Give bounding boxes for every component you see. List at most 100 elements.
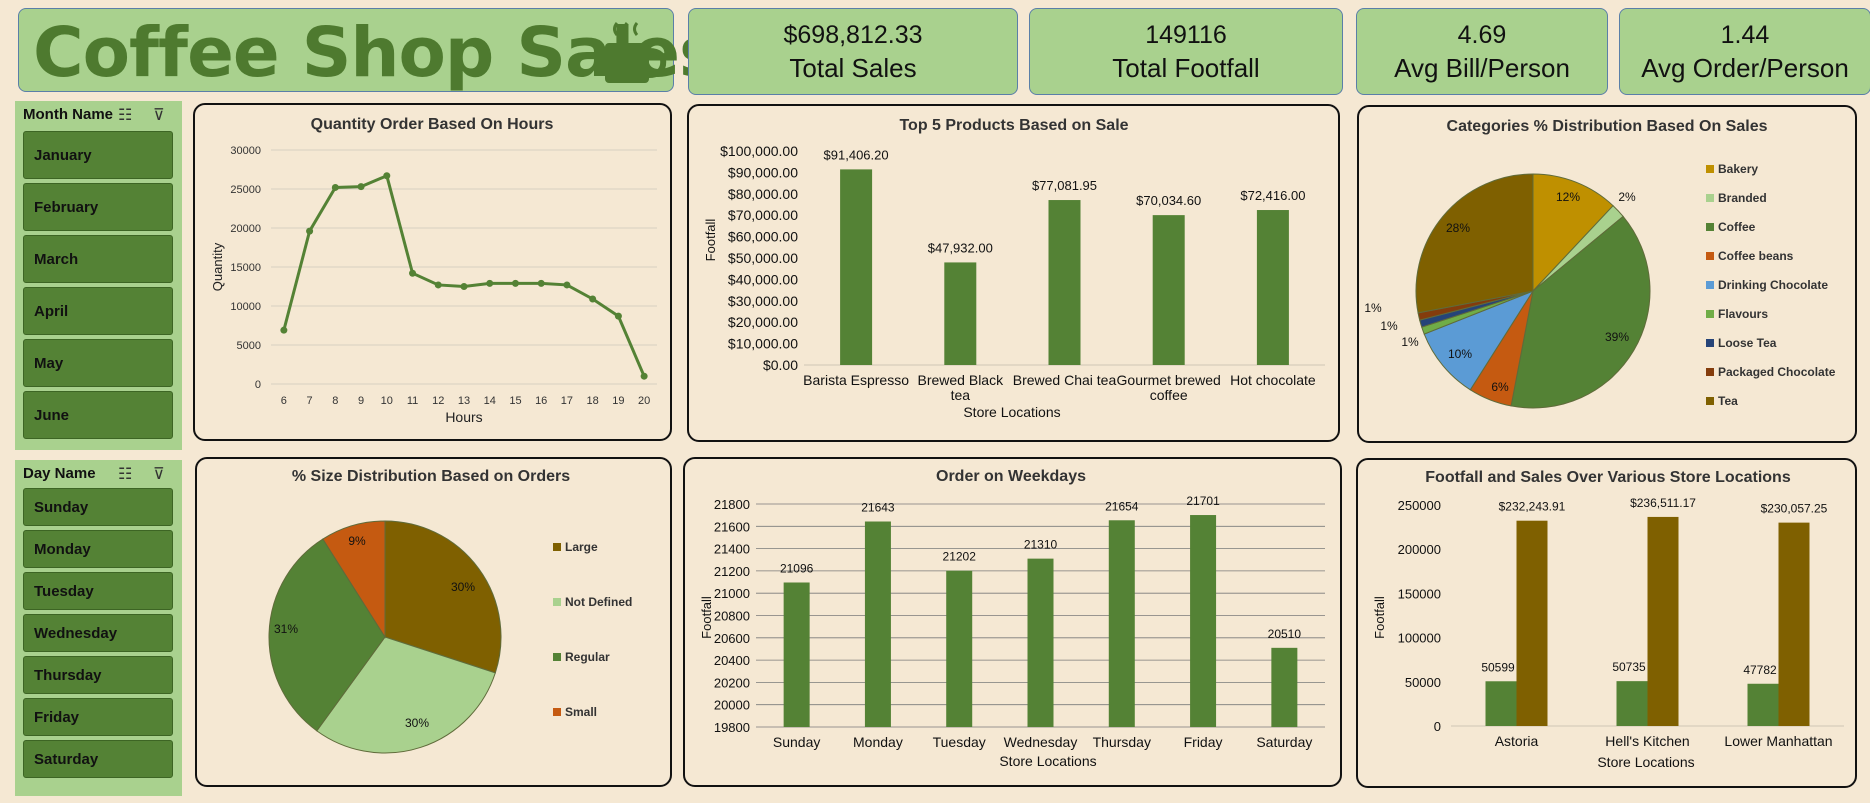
slicer-item-friday[interactable]: Friday	[23, 698, 173, 736]
data-point	[331, 183, 339, 191]
y-axis-label: Footfall	[1372, 596, 1387, 639]
data-label: 1%	[1364, 301, 1382, 315]
hours-chart-panel: Quantity Order Based On Hours 0 5000 10000 1…	[193, 103, 672, 441]
bar	[840, 169, 873, 365]
clear-filter-icon[interactable]: ⊽	[153, 105, 165, 125]
legend-swatch	[553, 708, 561, 716]
x-tick-label: Brewed Black	[918, 372, 1005, 388]
stores-chart: Footfall and Sales Over Various Store Lo…	[1372, 469, 1844, 770]
data-label: 21096	[780, 561, 814, 575]
x-tick-label: coffee	[1150, 387, 1188, 403]
y-tick-label: 100000	[1398, 631, 1441, 646]
kpi-total-sales: $698,812.33 Total Sales	[688, 8, 1018, 95]
chart-title: Quantity Order Based On Hours	[311, 116, 554, 133]
slicer-item-june[interactable]: June	[23, 391, 173, 439]
data-point	[434, 281, 442, 289]
multi-select-icon[interactable]: ☷	[118, 464, 132, 484]
slicer-item-thursday[interactable]: Thursday	[23, 656, 173, 694]
legend-swatch	[1706, 368, 1714, 376]
data-label: 28%	[1446, 221, 1470, 235]
x-tick-label: 7	[307, 395, 313, 407]
data-label: 12%	[1556, 190, 1580, 204]
y-tick-label: $30,000.00	[728, 293, 798, 309]
legend-label: Coffee	[1718, 220, 1756, 234]
data-label: 10%	[1448, 347, 1472, 361]
bar	[1616, 681, 1648, 726]
bar	[1256, 210, 1289, 365]
x-tick-label: 19	[612, 395, 624, 407]
clear-filter-icon[interactable]: ⊽	[153, 464, 165, 484]
slicer-item-saturday[interactable]: Saturday	[23, 740, 173, 778]
data-label: 21654	[1105, 499, 1139, 513]
bar	[783, 582, 810, 727]
slicer-item-wednesday[interactable]: Wednesday	[23, 614, 173, 652]
slicer-item-may[interactable]: May	[23, 339, 173, 387]
bar	[1048, 200, 1081, 365]
x-tick-label: Sunday	[773, 734, 820, 750]
bar	[1778, 522, 1810, 726]
x-tick-label: 6	[281, 395, 287, 407]
data-label: $230,057.25	[1761, 502, 1828, 516]
slicer-item-january[interactable]: January	[23, 131, 173, 179]
x-tick-label: Wednesday	[1004, 734, 1078, 750]
legend-swatch	[1706, 165, 1714, 173]
slicer-item-sunday[interactable]: Sunday	[23, 488, 173, 526]
kpi-label: Avg Bill/Person	[1394, 53, 1570, 83]
x-tick-label: 8	[332, 395, 338, 407]
series-line	[282, 173, 646, 377]
data-point	[563, 281, 571, 289]
hours-chart: Quantity Order Based On Hours 0 5000 10000 1…	[210, 116, 657, 425]
x-tick-label: 17	[561, 395, 573, 407]
bar	[1108, 520, 1135, 727]
weekdays-chart: Order on Weekdays 19800 20000 20200 20400 206…	[699, 468, 1325, 769]
y-tick-label: 20400	[714, 653, 750, 668]
multi-select-icon[interactable]: ☷	[118, 105, 132, 125]
x-tick-label: 16	[535, 395, 547, 407]
slicer-header: Day Name	[23, 465, 96, 482]
x-tick-label: Tuesday	[933, 734, 986, 750]
data-label: $77,081.95	[1032, 178, 1097, 193]
x-tick-label: Hell's Kitchen	[1605, 733, 1689, 749]
slicer-item-monday[interactable]: Monday	[23, 530, 173, 568]
legend-label: Loose Tea	[1718, 336, 1777, 350]
x-tick-label: 13	[458, 395, 470, 407]
data-label: 20510	[1268, 627, 1302, 641]
data-point	[511, 279, 519, 287]
x-tick-label: 18	[587, 395, 599, 407]
slicer-item-march[interactable]: March	[23, 235, 173, 283]
y-tick-label: $90,000.00	[728, 164, 798, 180]
data-label: $70,034.60	[1136, 193, 1201, 208]
stores-chart-panel: Footfall and Sales Over Various Store Lo…	[1356, 458, 1857, 788]
data-point	[306, 227, 314, 235]
y-tick-label: 25000	[230, 184, 261, 196]
bar	[1647, 516, 1679, 726]
y-tick-label: 50000	[1405, 675, 1441, 690]
slicer-header: Month Name	[23, 106, 113, 123]
slicer-item-april[interactable]: April	[23, 287, 173, 335]
legend-swatch	[553, 598, 561, 606]
pie-slice	[1415, 173, 1534, 314]
data-point	[357, 183, 365, 191]
y-tick-label: 21800	[714, 497, 750, 512]
y-tick-label: 20600	[714, 631, 750, 646]
data-label: 50735	[1612, 660, 1646, 674]
slicer-item-february[interactable]: February	[23, 183, 173, 231]
legend-swatch	[1706, 281, 1714, 289]
weekdays-chart-panel: Order on Weekdays 19800 20000 20200 20400 206…	[683, 457, 1342, 787]
chart-title: Categories % Distribution Based On Sales	[1447, 118, 1768, 135]
x-tick-label: Friday	[1184, 734, 1223, 750]
x-tick-label: 20	[638, 395, 650, 407]
data-label: 6%	[1491, 380, 1509, 394]
bar	[1485, 681, 1517, 726]
x-tick-label: 11	[407, 395, 418, 407]
month-slicer: Month Name ☷ ⊽ January February March Ap…	[15, 101, 182, 450]
data-point	[589, 295, 597, 303]
slicer-item-tuesday[interactable]: Tuesday	[23, 572, 173, 610]
kpi-avg-bill: 4.69 Avg Bill/Person	[1356, 8, 1608, 95]
data-label: $47,932.00	[928, 240, 993, 255]
y-tick-label: $50,000.00	[728, 250, 798, 266]
y-tick-label: $10,000.00	[728, 336, 798, 352]
legend-label: Drinking Chocolate	[1718, 278, 1828, 292]
day-slicer: Day Name ☷ ⊽ Sunday Monday Tuesday Wedne…	[15, 460, 182, 796]
data-label: 9%	[348, 534, 366, 548]
